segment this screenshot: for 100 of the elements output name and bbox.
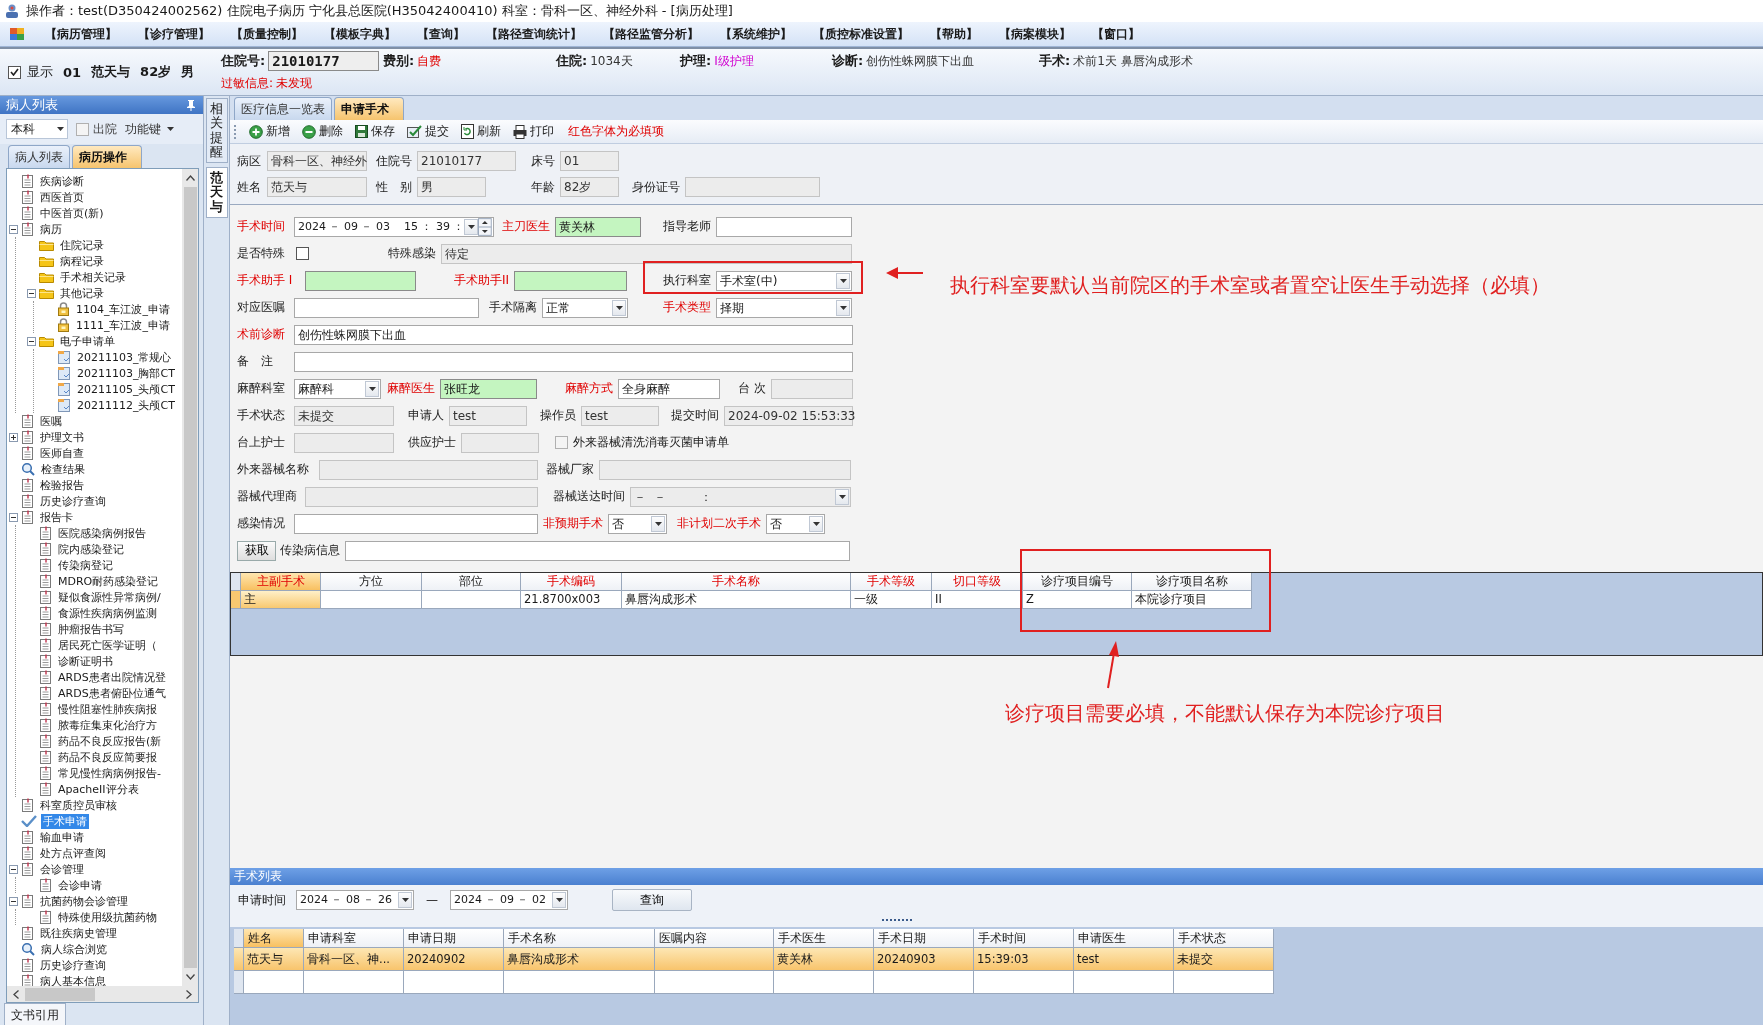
column-header[interactable]: 手术状态 <box>1174 929 1274 948</box>
dropdown-field[interactable]: 择期 <box>716 297 852 318</box>
tree-item[interactable]: 1104_车江波_申请 <box>74 301 172 317</box>
tree-item[interactable]: 科室质控员审核 <box>38 797 119 813</box>
pin-icon[interactable] <box>187 99 195 111</box>
tree-item[interactable]: 报告卡 <box>38 509 75 525</box>
collapse-icon[interactable] <box>9 512 18 522</box>
column-header[interactable]: 手术等级 <box>851 573 932 591</box>
tree-item[interactable]: 20211105_头颅CT <box>75 381 177 397</box>
column-header[interactable]: 姓名 <box>244 929 304 948</box>
expand-icon[interactable] <box>9 432 18 442</box>
tree-item[interactable]: 护理文书 <box>38 429 86 445</box>
menu-item[interactable]: 【窗口】 <box>1092 25 1140 43</box>
tree-item[interactable]: 脓毒症集束化治疗方 <box>56 717 159 733</box>
scrollbar-thumb[interactable] <box>25 987 95 1001</box>
fetch-button[interactable]: 获取 <box>237 540 276 561</box>
menu-item[interactable]: 【路径查询统计】 <box>486 25 582 43</box>
tree-item[interactable]: 会诊申请 <box>56 877 104 893</box>
checkbox[interactable] <box>296 247 309 260</box>
menu-item[interactable]: 【帮助】 <box>930 25 978 43</box>
tree-item[interactable]: 会诊管理 <box>38 861 86 877</box>
column-header[interactable]: 手术日期 <box>874 929 974 948</box>
side-tab[interactable]: 相关提醒 <box>205 98 228 164</box>
tab[interactable]: 病历操作 <box>72 145 142 168</box>
column-header[interactable]: 主副手术 <box>241 573 321 591</box>
column-header[interactable]: 诊疗项目名称 <box>1132 573 1252 591</box>
tree-item[interactable]: 历史诊疗查询 <box>38 957 108 973</box>
tree-item[interactable]: 病程记录 <box>58 253 106 269</box>
splitter-grip[interactable] <box>881 919 912 923</box>
tree-item[interactable]: 20211103_常规心 <box>75 349 174 365</box>
dropdown-field[interactable]: 本科 <box>6 119 68 139</box>
menu-item[interactable]: 【模板字典】 <box>324 25 396 43</box>
tree-item[interactable]: 西医首页 <box>38 189 86 205</box>
record-number-field[interactable]: 21010177 <box>268 51 380 71</box>
toolbar-grip[interactable] <box>234 124 239 139</box>
input-field[interactable] <box>294 351 853 372</box>
tree-item[interactable]: 慢性阻塞性肺疾病报 <box>56 701 159 717</box>
input-field[interactable] <box>345 540 850 561</box>
tree-item[interactable]: 医嘱 <box>38 413 64 429</box>
collapse-icon[interactable] <box>9 896 18 906</box>
tree-item[interactable]: 病人综合浏览 <box>39 941 109 957</box>
input-field[interactable]: 张旺龙 <box>440 378 537 399</box>
table-row[interactable]: 范天与 骨科一区、神... 20240902 鼻唇沟成形术 黄关林 20240903 15:39:03 test 未提交 <box>234 948 1763 971</box>
tree-item[interactable]: ARDS患者出院情况登 <box>56 669 168 685</box>
collapse-icon[interactable] <box>9 864 18 874</box>
row-header[interactable] <box>231 591 241 609</box>
tab[interactable]: 文书引用 <box>4 1003 66 1025</box>
tree-item[interactable]: 检验报告 <box>38 477 86 493</box>
tree-item[interactable]: 常见慢性病病例报告- <box>56 765 163 781</box>
column-header[interactable]: 申请科室 <box>304 929 404 948</box>
tree-item[interactable]: 既往疾病史管理 <box>38 925 119 941</box>
tree-item[interactable]: 手术申请 <box>41 813 89 829</box>
query-button[interactable]: 查询 <box>612 889 692 911</box>
menu-item[interactable]: 【质量控制】 <box>231 25 303 43</box>
tree-item[interactable]: 输血申请 <box>38 829 86 845</box>
scroll-right-icon[interactable] <box>186 989 192 999</box>
tree-item[interactable]: 20211112_头颅CT <box>75 397 177 413</box>
tree-item[interactable]: 其他记录 <box>58 285 106 301</box>
menu-item[interactable]: 【系统维护】 <box>720 25 792 43</box>
tree-item[interactable]: 病历 <box>38 221 64 237</box>
collapse-icon[interactable] <box>27 288 36 298</box>
column-header[interactable]: 申请医生 <box>1074 929 1174 948</box>
input-field[interactable]: 黄关林 <box>555 216 641 237</box>
toolbar-button[interactable]: 保存 <box>353 123 397 140</box>
tree-item[interactable]: 传染病登记 <box>56 557 115 573</box>
toolbar-button[interactable]: 删除 <box>300 123 345 140</box>
dropdown-field[interactable]: 手术室(中) <box>716 270 852 291</box>
tree-item[interactable]: 食源性疾病病例监测 <box>56 605 159 621</box>
vertical-scrollbar[interactable] <box>182 169 198 986</box>
side-tab[interactable]: 范天与 <box>205 167 228 219</box>
input-field[interactable] <box>294 513 538 534</box>
scrollbar-thumb[interactable] <box>183 187 197 968</box>
dropdown-field[interactable]: 否 <box>766 513 825 534</box>
collapse-icon[interactable] <box>27 336 36 346</box>
tree-item[interactable]: ARDS患者俯卧位通气 <box>56 685 168 701</box>
menu-item[interactable]: 【路径监管分析】 <box>603 25 699 43</box>
tree-item[interactable]: 历史诊疗查询 <box>38 493 108 509</box>
column-header[interactable]: 手术医生 <box>774 929 874 948</box>
menu-item[interactable]: 【病案模块】 <box>999 25 1071 43</box>
column-header[interactable]: 部位 <box>422 573 521 591</box>
tree-item[interactable]: 中医首页(新) <box>38 205 106 221</box>
column-header[interactable]: 手术名称 <box>622 573 851 591</box>
toolbar-button[interactable]: 提交 <box>405 123 451 140</box>
toolbar-button[interactable]: 打印 <box>511 123 556 140</box>
scroll-left-icon[interactable] <box>13 989 19 999</box>
menu-item[interactable]: 【查询】 <box>417 25 465 43</box>
collapse-icon[interactable] <box>9 224 18 234</box>
input-field[interactable] <box>514 270 627 291</box>
tree-item[interactable]: 抗菌药物会诊管理 <box>38 893 130 909</box>
tree-item[interactable]: 医师自查 <box>38 445 86 461</box>
tree-item[interactable]: 医院感染病例报告 <box>56 525 148 541</box>
tab[interactable]: 病人列表 <box>8 145 70 168</box>
date-field[interactable]: 2024 － 09 － 02 <box>450 890 568 910</box>
column-header[interactable]: 申请日期 <box>404 929 504 948</box>
column-header[interactable]: 手术时间 <box>974 929 1074 948</box>
column-header[interactable]: 手术名称 <box>504 929 655 948</box>
menu-item[interactable]: 【病历管理】 <box>45 25 117 43</box>
tree-item[interactable]: 电子申请单 <box>58 333 117 349</box>
date-field[interactable]: 2024 － 08 － 26 <box>296 890 414 910</box>
column-header[interactable]: 手术编码 <box>521 573 622 591</box>
